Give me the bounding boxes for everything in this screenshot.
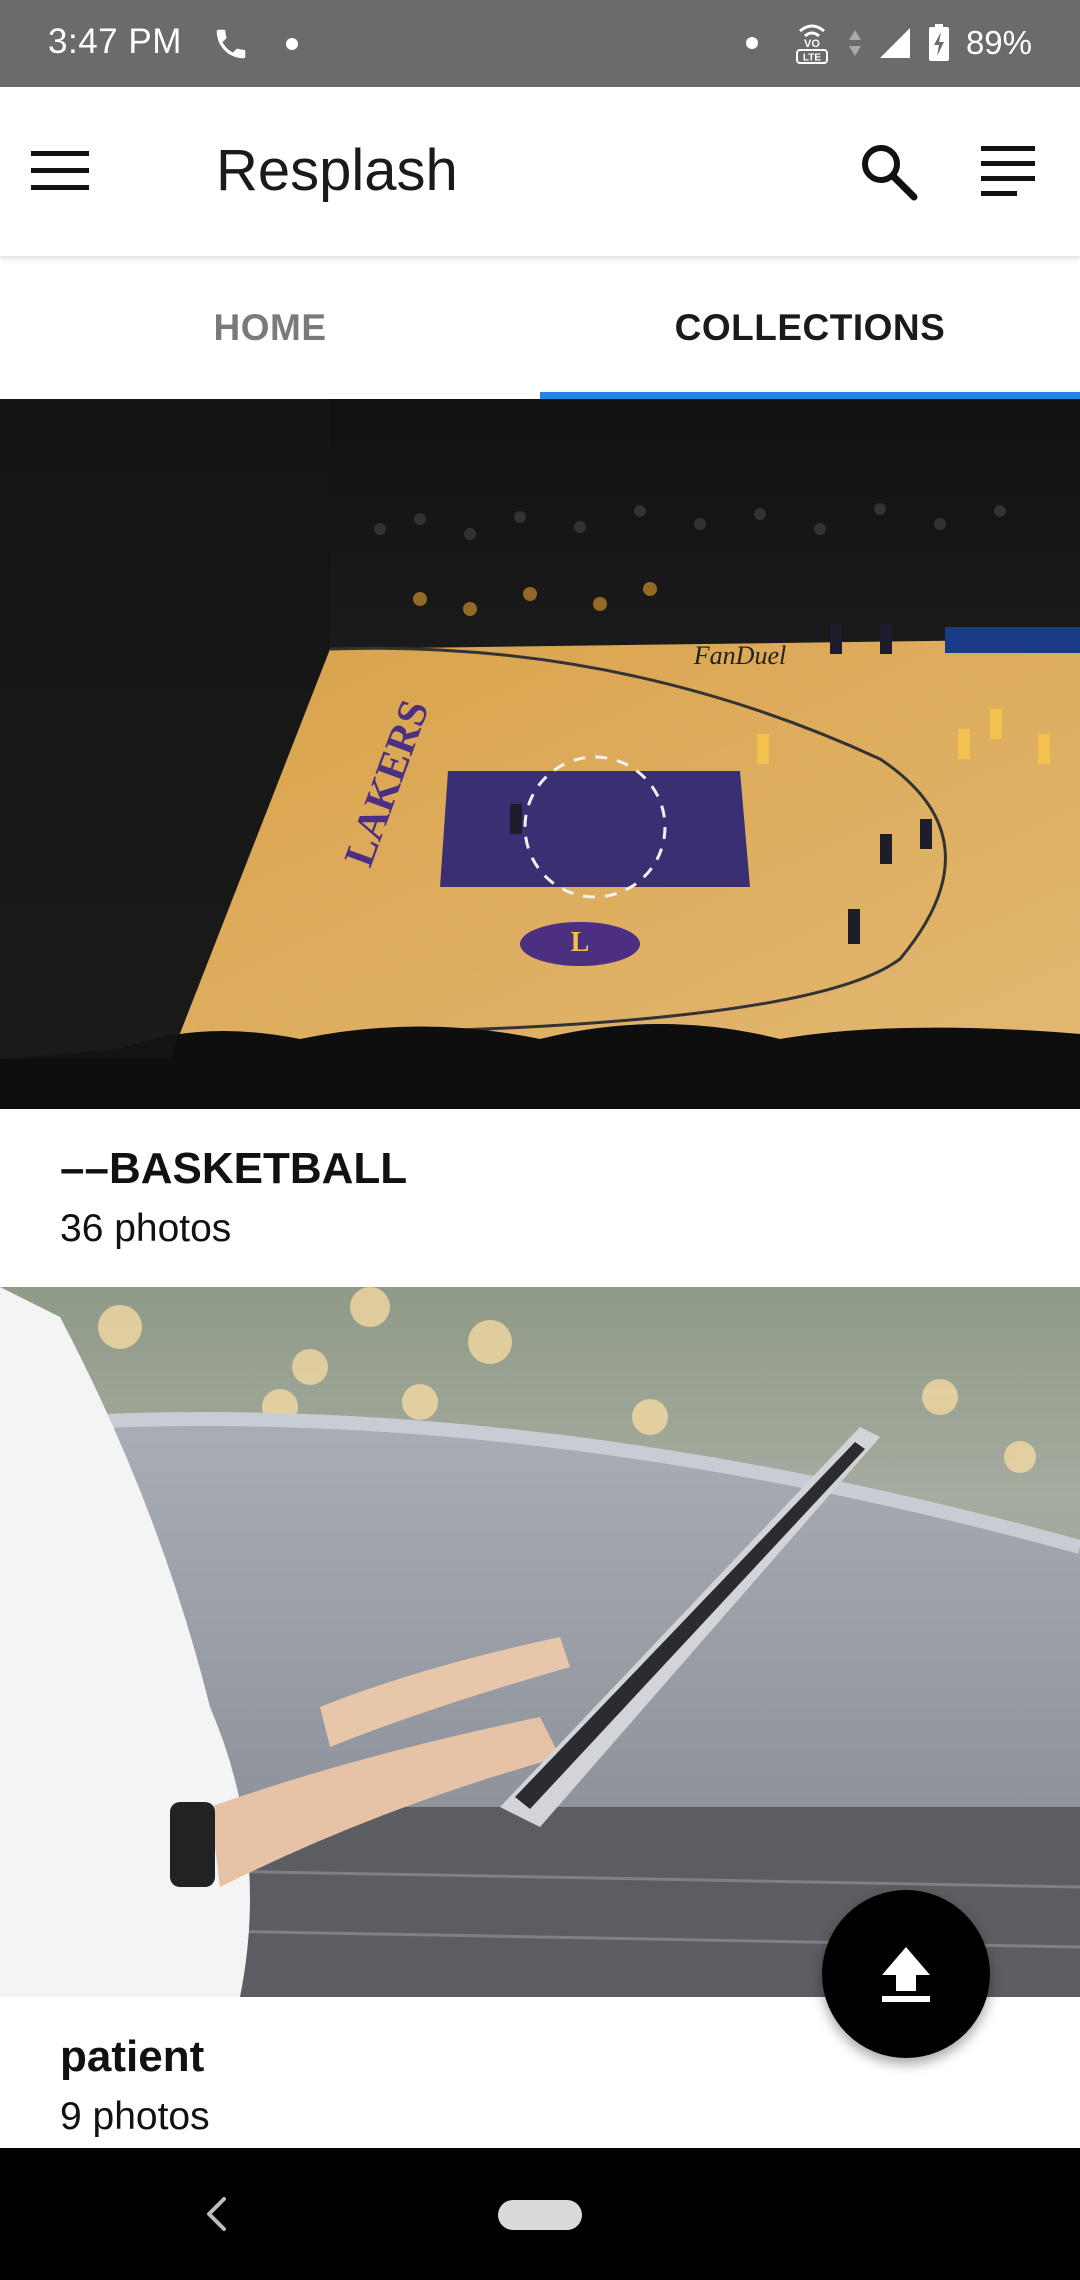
signal-icon <box>879 28 910 58</box>
status-bar: 3:47 PM VO LTE 89% <box>0 0 1080 87</box>
sort-icon <box>981 146 1035 196</box>
collection-photo-count: 9 photos <box>60 2095 210 2138</box>
status-left-icons <box>212 22 298 66</box>
system-nav-bar <box>0 2148 1080 2280</box>
tab-indicator <box>540 392 1080 399</box>
svg-text:VO: VO <box>804 38 820 50</box>
search-button[interactable] <box>840 123 936 219</box>
tab-collections[interactable]: COLLECTIONS <box>540 256 1080 399</box>
tab-home[interactable]: HOME <box>0 256 540 399</box>
back-button[interactable] <box>180 2178 252 2250</box>
menu-button[interactable] <box>12 123 108 219</box>
collection-photo-count: 36 photos <box>60 1207 232 1250</box>
tab-bar: HOME COLLECTIONS <box>0 256 1080 399</box>
volte-icon: VO LTE <box>795 24 828 64</box>
menu-icon <box>31 151 89 190</box>
svg-text:LTE: LTE <box>803 53 821 64</box>
status-right-icons: VO LTE 89% <box>745 20 1032 66</box>
back-icon <box>207 2197 226 2231</box>
collection-cover-image: L LAKERS FanDuel <box>0 399 1080 1109</box>
collection-title: patient <box>60 2032 205 2081</box>
app-title: Resplash <box>216 138 458 203</box>
collection-card[interactable]: L LAKERS FanDuel ––BASKETBALL 36 photos <box>0 399 1080 1287</box>
collection-title: ––BASKETBALL <box>60 1144 408 1193</box>
notification-dot <box>286 38 298 50</box>
svg-text:FanDuel: FanDuel <box>693 641 786 670</box>
sort-button[interactable] <box>960 123 1056 219</box>
svg-text:L: L <box>571 927 590 958</box>
app-bar: Resplash <box>0 87 1080 256</box>
search-icon <box>862 145 918 201</box>
upload-fab[interactable] <box>822 1890 990 2058</box>
home-pill[interactable] <box>498 2200 582 2230</box>
data-arrows-icon <box>848 30 861 56</box>
notification-dot <box>745 37 758 49</box>
phone-icon <box>216 29 246 59</box>
upload-icon <box>882 1947 930 2002</box>
battery-charging-icon <box>928 24 949 61</box>
battery-percent: 89% <box>965 24 1032 61</box>
status-time: 3:47 PM <box>48 22 182 61</box>
